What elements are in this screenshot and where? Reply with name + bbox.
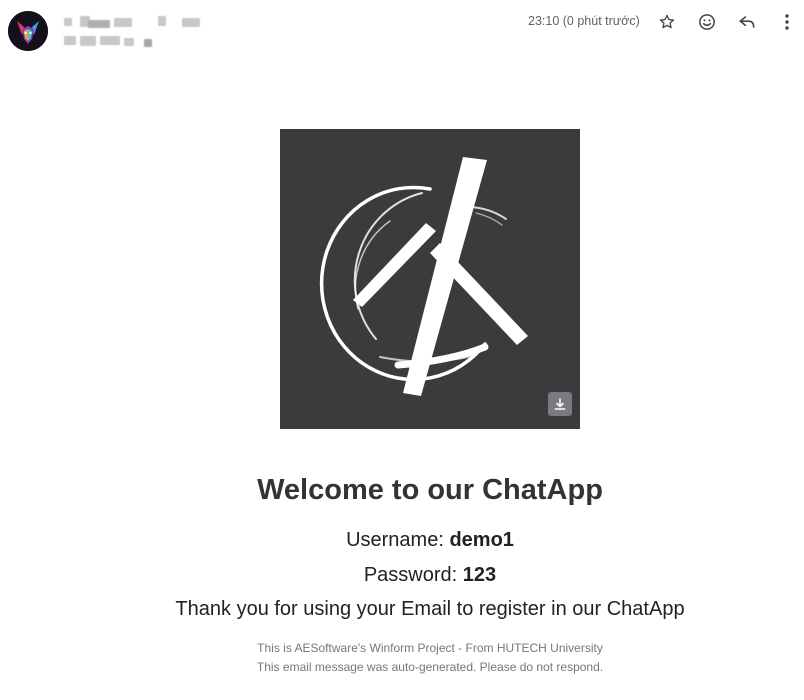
welcome-heading: Welcome to our ChatApp [257, 474, 603, 506]
thanks-message: Thank you for using your Email to regist… [175, 598, 685, 620]
email-timestamp: 23:10 (0 phút trước) [528, 14, 640, 28]
footer-project-line: This is AESoftware's Winform Project - F… [257, 641, 603, 655]
sender-avatar[interactable] [8, 11, 48, 51]
star-button[interactable] [656, 11, 678, 33]
app-logo-image [280, 129, 580, 429]
reply-button[interactable] [736, 11, 758, 33]
email-header: 23:10 (0 phút trước) [0, 0, 804, 60]
password-line: Password: 123 [0, 564, 804, 587]
username-label: Username: [346, 529, 450, 551]
star-icon [659, 14, 675, 29]
email-view: 23:10 (0 phút trước) Welcome to our Chat… [0, 0, 804, 700]
username-line: Username: demo1 [0, 529, 804, 552]
username-value: demo1 [449, 529, 514, 551]
more-options-button[interactable] [776, 11, 798, 33]
emoji-icon [699, 14, 715, 30]
more-vert-icon [785, 14, 789, 30]
password-label: Password: [363, 564, 463, 586]
reply-icon [739, 16, 755, 28]
sender-info-redacted [62, 14, 222, 50]
download-icon [554, 398, 566, 410]
footer-autogen-line: This email message was auto-generated. P… [256, 660, 604, 674]
download-image-button[interactable] [548, 392, 572, 416]
password-value: 123 [462, 564, 497, 586]
chatapp-logo [319, 157, 528, 396]
add-reaction-button[interactable] [696, 11, 718, 33]
